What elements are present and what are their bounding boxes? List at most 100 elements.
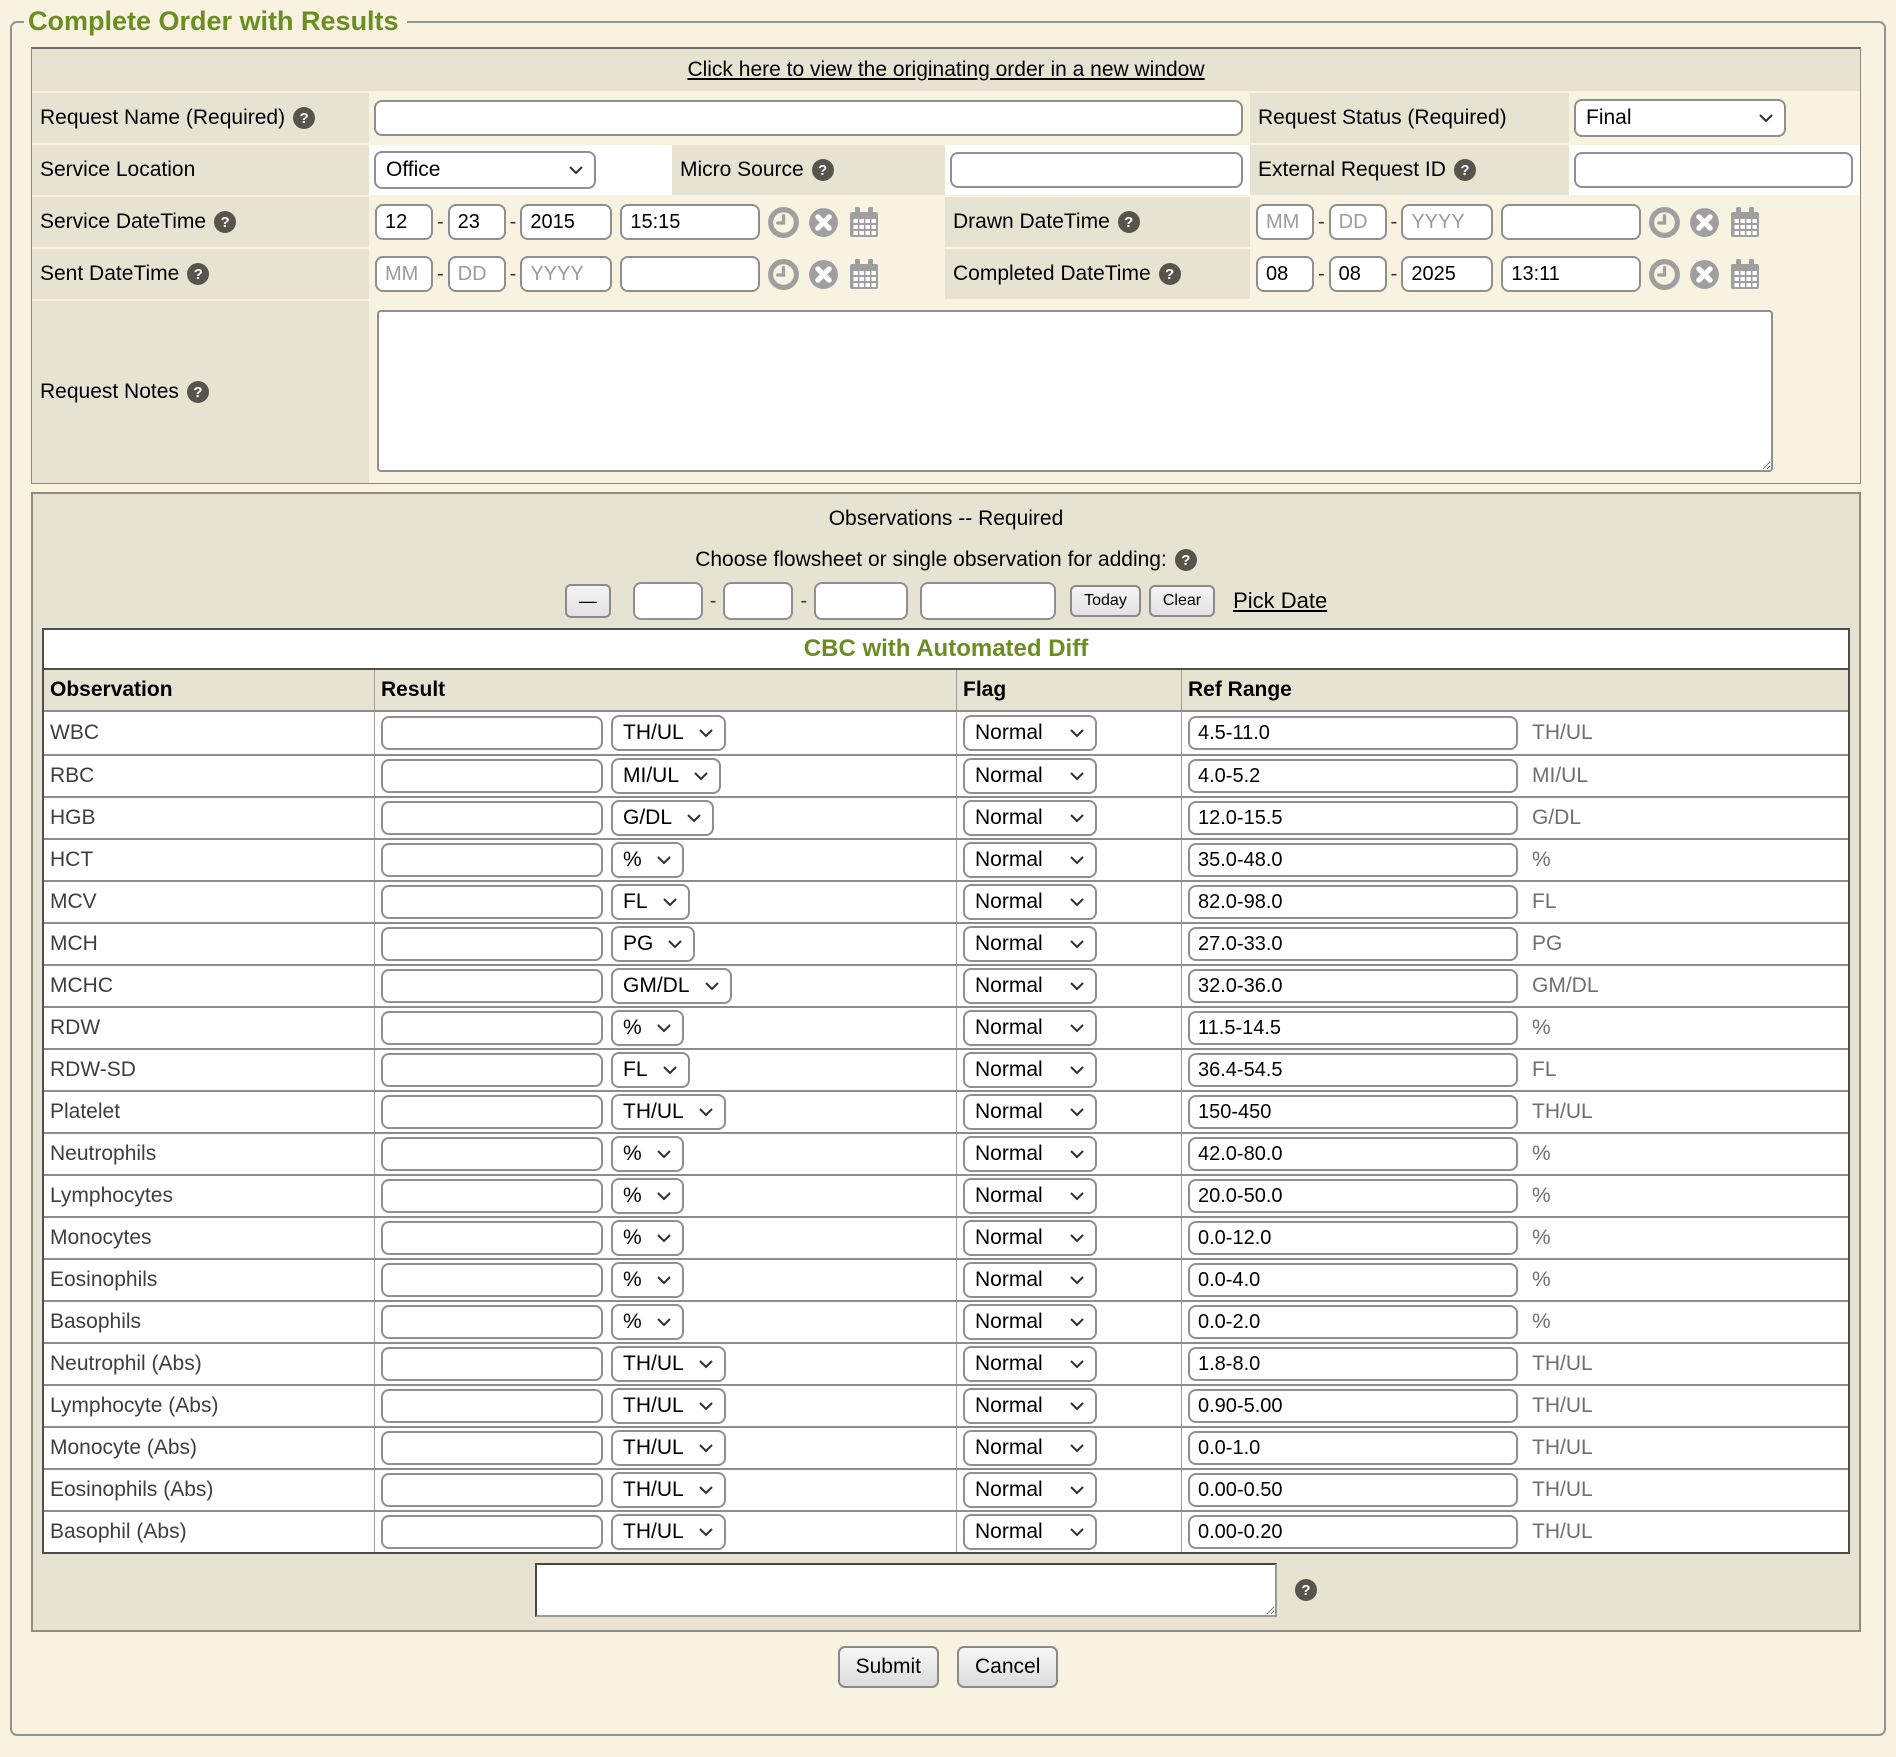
ref-range-input[interactable] (1188, 1431, 1518, 1465)
result-unit-select[interactable]: TH/UL (611, 715, 726, 751)
service-date-day-input[interactable] (448, 204, 506, 240)
result-input[interactable] (381, 1137, 603, 1171)
result-input[interactable] (381, 1053, 603, 1087)
service-time-input[interactable] (620, 204, 760, 240)
result-unit-select[interactable]: % (611, 1178, 684, 1214)
result-unit-select[interactable]: FL (611, 1052, 690, 1088)
ref-range-input[interactable] (1188, 1053, 1518, 1087)
flag-select[interactable]: Normal (963, 1472, 1097, 1508)
ref-range-input[interactable] (1188, 1515, 1518, 1549)
drawn-date-month-input[interactable] (1256, 204, 1314, 240)
help-icon[interactable]: ? (187, 381, 209, 403)
flag-select[interactable]: Normal (963, 1136, 1097, 1172)
completed-date-month-input[interactable] (1256, 256, 1314, 292)
result-input[interactable] (381, 801, 603, 835)
ref-range-input[interactable] (1188, 1095, 1518, 1129)
result-unit-select[interactable]: TH/UL (611, 1430, 726, 1466)
result-unit-select[interactable]: TH/UL (611, 1094, 726, 1130)
external-request-id-input[interactable] (1574, 152, 1853, 188)
clear-date-icon[interactable] (1688, 206, 1721, 239)
result-unit-select[interactable]: G/DL (611, 800, 714, 836)
flag-select[interactable]: Normal (963, 926, 1097, 962)
flag-select[interactable]: Normal (963, 1010, 1097, 1046)
picker-day-input[interactable] (723, 582, 793, 620)
result-input[interactable] (381, 969, 603, 1003)
submit-button[interactable]: Submit (838, 1646, 939, 1688)
ref-range-input[interactable] (1188, 969, 1518, 1003)
result-unit-select[interactable]: % (611, 842, 684, 878)
calendar-icon[interactable] (847, 257, 881, 291)
clock-icon[interactable] (767, 206, 800, 239)
result-input[interactable] (381, 927, 603, 961)
ref-range-input[interactable] (1188, 716, 1518, 750)
sent-time-input[interactable] (620, 256, 760, 292)
result-unit-select[interactable]: % (611, 1262, 684, 1298)
result-unit-select[interactable]: % (611, 1304, 684, 1340)
result-unit-select[interactable]: % (611, 1010, 684, 1046)
result-input[interactable] (381, 1389, 603, 1423)
flag-select[interactable]: Normal (963, 1052, 1097, 1088)
ref-range-input[interactable] (1188, 885, 1518, 919)
result-unit-select[interactable]: PG (611, 926, 695, 962)
help-icon[interactable]: ? (187, 263, 209, 285)
ref-range-input[interactable] (1188, 1179, 1518, 1213)
result-input[interactable] (381, 759, 603, 793)
result-unit-select[interactable]: TH/UL (611, 1346, 726, 1382)
calendar-icon[interactable] (1728, 257, 1762, 291)
result-input[interactable] (381, 1347, 603, 1381)
help-icon[interactable]: ? (214, 211, 236, 233)
ref-range-input[interactable] (1188, 1347, 1518, 1381)
sent-date-year-input[interactable] (520, 256, 612, 292)
ref-range-input[interactable] (1188, 1389, 1518, 1423)
flag-select[interactable]: Normal (963, 1514, 1097, 1550)
help-icon[interactable]: ? (1454, 159, 1476, 181)
flag-select[interactable]: Normal (963, 884, 1097, 920)
result-unit-select[interactable]: % (611, 1136, 684, 1172)
ref-range-input[interactable] (1188, 843, 1518, 877)
ref-range-input[interactable] (1188, 1011, 1518, 1045)
help-icon[interactable]: ? (1159, 263, 1181, 285)
request-notes-textarea[interactable] (377, 310, 1773, 472)
picker-month-input[interactable] (633, 582, 703, 620)
result-input[interactable] (381, 1011, 603, 1045)
clear-button[interactable]: Clear (1149, 585, 1215, 617)
result-input[interactable] (381, 1221, 603, 1255)
result-unit-select[interactable]: MI/UL (611, 758, 721, 794)
help-icon[interactable]: ? (1118, 211, 1140, 233)
ref-range-input[interactable] (1188, 1221, 1518, 1255)
result-input[interactable] (381, 843, 603, 877)
completed-date-day-input[interactable] (1329, 256, 1387, 292)
result-unit-select[interactable]: TH/UL (611, 1388, 726, 1424)
micro-source-input[interactable] (950, 152, 1243, 188)
sent-date-day-input[interactable] (448, 256, 506, 292)
help-icon[interactable]: ? (812, 159, 834, 181)
result-unit-select[interactable]: TH/UL (611, 1514, 726, 1550)
help-icon[interactable]: ? (1175, 549, 1197, 571)
flag-select[interactable]: Normal (963, 842, 1097, 878)
today-button[interactable]: Today (1070, 585, 1141, 617)
ref-range-input[interactable] (1188, 1305, 1518, 1339)
service-date-year-input[interactable] (520, 204, 612, 240)
pick-date-link[interactable]: Pick Date (1233, 588, 1327, 614)
calendar-icon[interactable] (847, 205, 881, 239)
result-input[interactable] (381, 1179, 603, 1213)
completed-date-year-input[interactable] (1401, 256, 1493, 292)
drawn-date-day-input[interactable] (1329, 204, 1387, 240)
flag-select[interactable]: Normal (963, 1262, 1097, 1298)
flag-select[interactable]: Normal (963, 1094, 1097, 1130)
collapse-button[interactable]: — (565, 584, 611, 618)
ref-range-input[interactable] (1188, 801, 1518, 835)
clock-icon[interactable] (1648, 206, 1681, 239)
result-input[interactable] (381, 716, 603, 750)
result-unit-select[interactable]: FL (611, 884, 690, 920)
result-unit-select[interactable]: GM/DL (611, 968, 732, 1004)
ref-range-input[interactable] (1188, 927, 1518, 961)
result-input[interactable] (381, 1095, 603, 1129)
add-observation-field[interactable] (535, 1563, 1277, 1617)
result-input[interactable] (381, 1515, 603, 1549)
originating-order-link[interactable]: Click here to view the originating order… (687, 58, 1204, 82)
clock-icon[interactable] (1648, 258, 1681, 291)
sent-date-month-input[interactable] (375, 256, 433, 292)
clear-date-icon[interactable] (1688, 258, 1721, 291)
flag-select[interactable]: Normal (963, 800, 1097, 836)
